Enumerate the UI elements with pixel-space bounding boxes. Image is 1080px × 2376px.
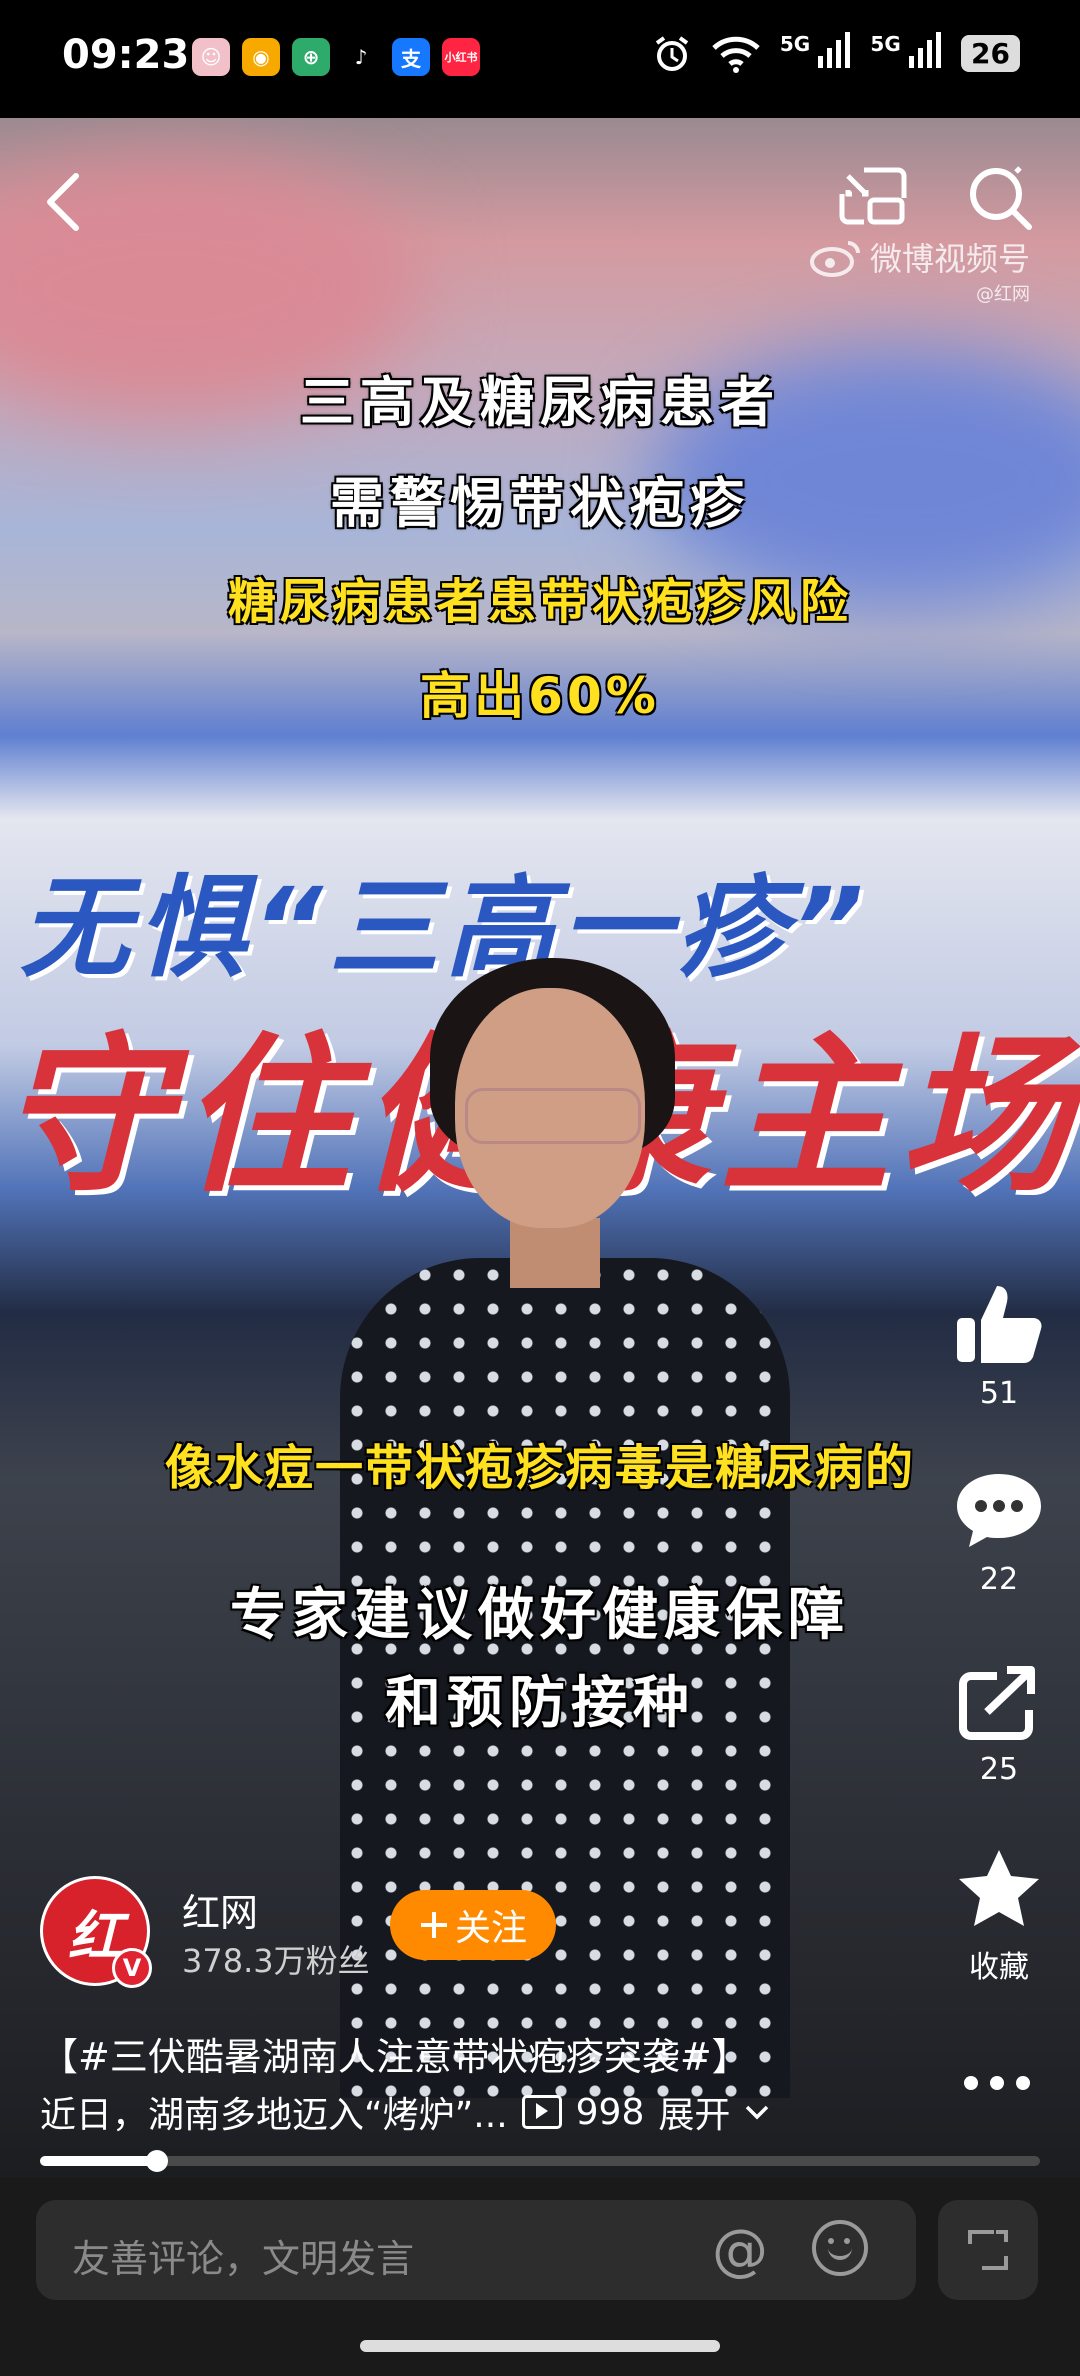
post-title: 【#三伏酷暑湖南人注意带状疱疹突袭#】 xyxy=(40,2035,750,2079)
system-indicators: 5G 5G 26 xyxy=(652,32,1020,75)
chevron-down-icon[interactable] xyxy=(744,2103,770,2121)
more-dot-icon xyxy=(1016,2076,1030,2090)
more-options-button[interactable] xyxy=(964,2076,1030,2090)
like-count: 51 xyxy=(979,1376,1019,1411)
alipay-icon: 支 xyxy=(392,38,430,76)
signal-5g-2: 5G xyxy=(870,32,943,75)
video-subtitle: 像水痘一带状疱疹病毒是糖尿病的 xyxy=(164,1440,915,1496)
progress-scrubber[interactable] xyxy=(146,2150,168,2172)
star-icon xyxy=(959,1850,1039,1926)
play-count-icon xyxy=(521,2095,562,2129)
alarm-icon xyxy=(655,35,688,71)
search-icon[interactable] xyxy=(966,164,1036,234)
favorite-button[interactable]: 收藏 xyxy=(944,1846,1054,1986)
like-button[interactable]: 51 xyxy=(944,1280,1054,1411)
studio-title-top: 无惧“三高一疹” xyxy=(20,864,870,992)
caption-highlight-1: 糖尿病患者患带状疱疹风险 xyxy=(227,574,852,630)
picture-in-picture-icon[interactable] xyxy=(836,164,908,232)
watermark-handle: @红网 xyxy=(976,284,1031,305)
wifi-icon xyxy=(712,36,760,73)
watermark-brand: 微博视频号 xyxy=(870,240,1031,278)
expand-link[interactable]: 展开 xyxy=(658,2086,730,2138)
back-arrow-icon[interactable] xyxy=(40,170,84,234)
caption-bottom-2: 和预防接种 xyxy=(385,1671,695,1736)
expand-icon xyxy=(968,2230,1008,2270)
signal-5g-1: 5G xyxy=(780,32,853,75)
bank-icon: ⊕ xyxy=(292,38,330,76)
speaker-neck xyxy=(510,1218,600,1288)
weibo-icon: ◉ xyxy=(242,38,280,76)
signal-bars-icon xyxy=(818,32,851,68)
comment-input[interactable]: 友善评论，文明发言 @ xyxy=(36,2200,916,2300)
home-indicator[interactable] xyxy=(360,2340,720,2352)
favorite-label: 收藏 xyxy=(969,1950,1029,1985)
play-count: 998 xyxy=(575,2091,645,2133)
author-fans: 378.3万粉丝 xyxy=(182,1942,370,1980)
status-time: 09:23 xyxy=(62,32,190,78)
share-icon xyxy=(959,1666,1035,1740)
comment-count: 22 xyxy=(979,1562,1019,1597)
speaker-glasses xyxy=(465,1088,641,1144)
caption-line-2: 需警惕带状疱疹 xyxy=(330,472,750,535)
battery-indicator: 26 xyxy=(961,35,1020,72)
emoji-icon[interactable] xyxy=(812,2220,868,2276)
share-button[interactable]: 25 xyxy=(944,1666,1054,1787)
more-dot-icon xyxy=(964,2076,978,2090)
bottom-bar: 友善评论，文明发言 @ xyxy=(0,2178,1080,2376)
thumbs-up-icon xyxy=(957,1286,1042,1363)
comment-placeholder: 友善评论，文明发言 xyxy=(72,2237,415,2281)
video-watermark: 微博视频号 @红网 xyxy=(810,234,1030,306)
post-text: 近日，湖南多地迈入“烤炉”... xyxy=(40,2095,508,2136)
author-name[interactable]: 红网 xyxy=(182,1882,258,1937)
caption-highlight-2: 高出60% xyxy=(420,667,660,725)
video-progress-bar[interactable] xyxy=(40,2150,1040,2172)
status-bar: 09:23 ☺ ◉ ⊕ ♪ 支小红书 5G 5G 26 xyxy=(0,0,1080,118)
notification-app-icons: ☺ ◉ ⊕ ♪ 支小红书 xyxy=(192,38,480,76)
caption-bottom-1: 专家建议做好健康保障 xyxy=(230,1583,850,1648)
weibo-logo-icon xyxy=(810,241,860,277)
caption-block-top: 三高及糖尿病患者 需警惕带状疱疹 糖尿病患者患带状疱疹风险 高出60% xyxy=(0,358,1080,728)
comment-bubble-icon xyxy=(957,1474,1041,1547)
signal-bars-icon xyxy=(909,32,942,68)
progress-fill xyxy=(40,2156,157,2166)
plus-icon xyxy=(420,1912,447,1938)
comment-button[interactable]: 22 xyxy=(944,1470,1054,1597)
follow-button[interactable]: 关注 xyxy=(390,1890,556,1960)
verified-badge-icon: V xyxy=(112,1948,152,1988)
at-mention-icon[interactable]: @ xyxy=(712,2218,768,2283)
tiktok-icon: ♪ xyxy=(342,38,380,76)
post-description[interactable]: 近日，湖南多地迈入“烤炉”... 998 展开 xyxy=(40,2086,770,2138)
follow-label: 关注 xyxy=(454,1908,527,1949)
share-count: 25 xyxy=(979,1752,1019,1787)
caption-line-1: 三高及糖尿病患者 xyxy=(300,371,780,434)
avatar-app-icon: ☺ xyxy=(192,38,230,76)
fullscreen-button[interactable] xyxy=(938,2200,1038,2300)
more-dot-icon xyxy=(990,2076,1004,2090)
verified-glyph: V xyxy=(122,1954,142,1982)
video-player[interactable]: 微博视频号 @红网 三高及糖尿病患者 需警惕带状疱疹 糖尿病患者患带状疱疹风险 … xyxy=(0,118,1080,2178)
xiaohongshu-icon: 小红书 xyxy=(442,38,480,76)
